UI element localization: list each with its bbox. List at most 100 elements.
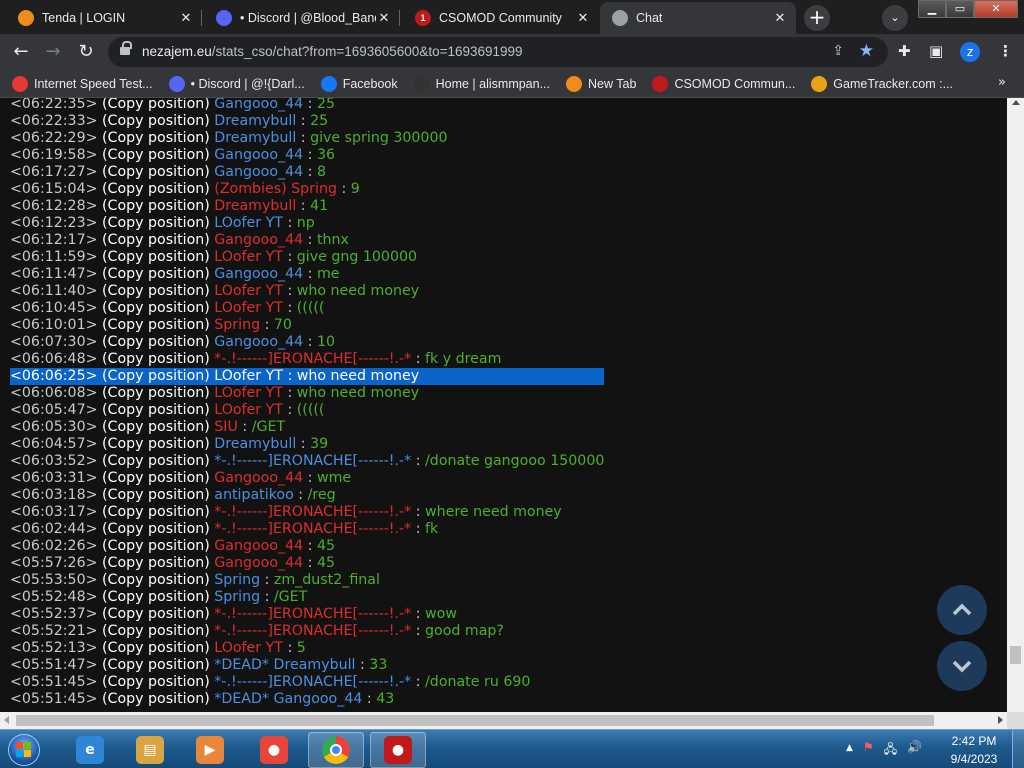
network-icon[interactable]: 🖧 <box>884 740 897 761</box>
forward-button[interactable]: → <box>40 39 66 65</box>
chat-message-row: <05:51:45> (Copy position) *DEAD* Gangoo… <box>10 691 604 708</box>
menu-kebab-icon[interactable]: ⋮ <box>998 42 1013 60</box>
browser-tab[interactable]: 1 CSOMOD Community ✕ <box>403 2 599 34</box>
browser-tab[interactable]: • Discord | @Blood_Band ✕ <box>204 2 400 34</box>
copy-position-link[interactable]: (Copy position) <box>102 623 210 639</box>
scroll-arrow-left-icon[interactable] <box>4 716 9 724</box>
copy-position-link[interactable]: (Copy position) <box>102 232 210 248</box>
new-tab-button[interactable]: + <box>804 5 830 31</box>
copy-position-link[interactable]: (Copy position) <box>102 283 210 299</box>
copy-position-link[interactable]: (Copy position) <box>102 640 210 656</box>
back-button[interactable]: ← <box>8 39 34 65</box>
copy-position-link[interactable]: (Copy position) <box>102 351 210 367</box>
copy-position-link[interactable]: (Copy position) <box>102 334 210 350</box>
minimize-button[interactable]: ▁ <box>918 0 946 18</box>
bookmark-star-icon[interactable]: ★ <box>859 41 874 61</box>
copy-position-link[interactable]: (Copy position) <box>102 249 210 265</box>
copy-position-link[interactable]: (Copy position) <box>102 504 210 520</box>
tab-close-icon[interactable]: ✕ <box>772 10 788 26</box>
copy-position-link[interactable]: (Copy position) <box>102 113 210 129</box>
copy-position-link[interactable]: (Copy position) <box>102 181 210 197</box>
taskbar-nox-player-button[interactable]: ● <box>246 732 302 768</box>
bookmark-item[interactable]: Internet Speed Test... <box>12 75 153 92</box>
copy-position-link[interactable]: (Copy position) <box>102 674 210 690</box>
start-button[interactable] <box>4 731 44 768</box>
url-text[interactable]: nezajem.eu/stats_cso/chat?from=169360560… <box>142 44 523 59</box>
copy-position-link[interactable]: (Copy position) <box>102 521 210 537</box>
copy-position-link[interactable]: (Copy position) <box>102 317 210 333</box>
close-window-button[interactable]: ✕ <box>974 0 1018 18</box>
bookmark-item[interactable]: CSOMOD Commun... <box>652 75 795 92</box>
bookmark-item[interactable]: Home | alismmpan... <box>413 75 550 92</box>
scroll-down-button[interactable] <box>937 641 987 691</box>
tab-close-icon[interactable]: ✕ <box>376 10 392 26</box>
copy-position-link[interactable]: (Copy position) <box>102 470 210 486</box>
copy-position-link[interactable]: (Copy position) <box>102 402 210 418</box>
taskbar-game-client-button[interactable]: ● <box>370 732 426 768</box>
tab-title: Chat <box>636 11 663 25</box>
copy-position-link[interactable]: (Copy position) <box>102 98 210 112</box>
tab-close-icon[interactable]: ✕ <box>178 10 194 26</box>
copy-position-link[interactable]: (Copy position) <box>102 147 210 163</box>
vertical-scroll-thumb[interactable] <box>1010 646 1021 664</box>
copy-position-link[interactable]: (Copy position) <box>102 691 210 707</box>
browser-tab[interactable]: Chat ✕ <box>600 2 796 34</box>
taskbar-media-player-button[interactable]: ▶ <box>182 732 238 768</box>
reload-button[interactable]: ↻ <box>73 39 99 65</box>
action-center-flag-icon[interactable]: ⚑ <box>863 740 874 761</box>
message-text: 5 <box>296 640 306 656</box>
show-desktop-button[interactable] <box>1012 730 1024 768</box>
lock-icon[interactable] <box>120 41 132 57</box>
browser-tab[interactable]: Tenda | LOGIN ✕ <box>6 2 202 34</box>
copy-position-link[interactable]: (Copy position) <box>102 538 210 554</box>
tab-close-icon[interactable]: ✕ <box>575 10 591 26</box>
address-bar[interactable]: nezajem.eu/stats_cso/chat?from=169360560… <box>108 37 888 67</box>
copy-position-link[interactable]: (Copy position) <box>102 555 210 571</box>
maximize-button[interactable]: ▭ <box>946 0 974 18</box>
scroll-arrow-up-icon[interactable] <box>1012 100 1020 105</box>
copy-position-link[interactable]: (Copy position) <box>102 164 210 180</box>
copy-position-link[interactable]: (Copy position) <box>102 606 210 622</box>
chat-message-row: <05:52:21> (Copy position) *-.!------]ER… <box>10 623 604 640</box>
copy-position-link[interactable]: (Copy position) <box>102 589 210 605</box>
copy-position-link[interactable]: (Copy position) <box>102 215 210 231</box>
bookmarks-overflow-icon[interactable]: » <box>998 75 1006 90</box>
horizontal-scroll-thumb[interactable] <box>16 715 934 726</box>
message-text: 45 <box>316 538 336 554</box>
scroll-up-button[interactable] <box>937 585 987 635</box>
bookmark-item[interactable]: Facebook <box>320 75 398 92</box>
copy-position-link[interactable]: (Copy position) <box>102 198 210 214</box>
copy-position-link[interactable]: (Copy position) <box>102 385 210 401</box>
horizontal-scrollbar[interactable] <box>0 712 1007 729</box>
copy-position-link[interactable]: (Copy position) <box>102 419 210 435</box>
bookmark-item[interactable]: GameTracker.com :... <box>811 75 953 92</box>
player-name: *-.!------]ERONACHE[------!.-* <box>214 623 412 639</box>
copy-position-link[interactable]: (Copy position) <box>102 300 210 316</box>
bookmark-label: Internet Speed Test... <box>34 76 153 91</box>
side-panel-icon[interactable]: ▣ <box>929 42 943 60</box>
copy-position-link[interactable]: (Copy position) <box>102 266 210 282</box>
bookmark-item[interactable]: New Tab <box>566 75 636 92</box>
taskbar-file-explorer-button[interactable]: ▤ <box>122 732 178 768</box>
system-clock[interactable]: 2:42 PM 9/4/2023 <box>944 734 1004 767</box>
share-icon[interactable]: ⇪ <box>832 43 844 59</box>
tray-expand-icon[interactable]: ▲ <box>846 740 853 761</box>
message-text: good map? <box>425 623 504 639</box>
taskbar-internet-explorer-button[interactable]: e <box>62 732 118 768</box>
copy-position-link[interactable]: (Copy position) <box>102 572 210 588</box>
copy-position-link[interactable]: (Copy position) <box>102 453 210 469</box>
copy-position-link[interactable]: (Copy position) <box>102 657 210 673</box>
copy-position-link[interactable]: (Copy position) <box>102 487 210 503</box>
copy-position-link[interactable]: (Copy position) <box>102 130 210 146</box>
copy-position-link[interactable]: (Copy position) <box>102 436 210 452</box>
tab-search-button[interactable]: ⌄ <box>882 5 908 31</box>
taskbar-chrome-button[interactable] <box>308 732 364 768</box>
volume-icon[interactable]: 🔊 <box>907 740 922 761</box>
player-name: Dreamybull <box>214 130 297 146</box>
scroll-arrow-right-icon[interactable] <box>998 716 1003 724</box>
vertical-scrollbar[interactable] <box>1007 98 1024 712</box>
profile-avatar[interactable]: z <box>960 42 980 62</box>
copy-position-link[interactable]: (Copy position) <box>102 368 210 384</box>
bookmark-item[interactable]: • Discord | @!{Darl... <box>168 75 305 92</box>
extensions-puzzle-icon[interactable]: ✚ <box>898 42 911 60</box>
